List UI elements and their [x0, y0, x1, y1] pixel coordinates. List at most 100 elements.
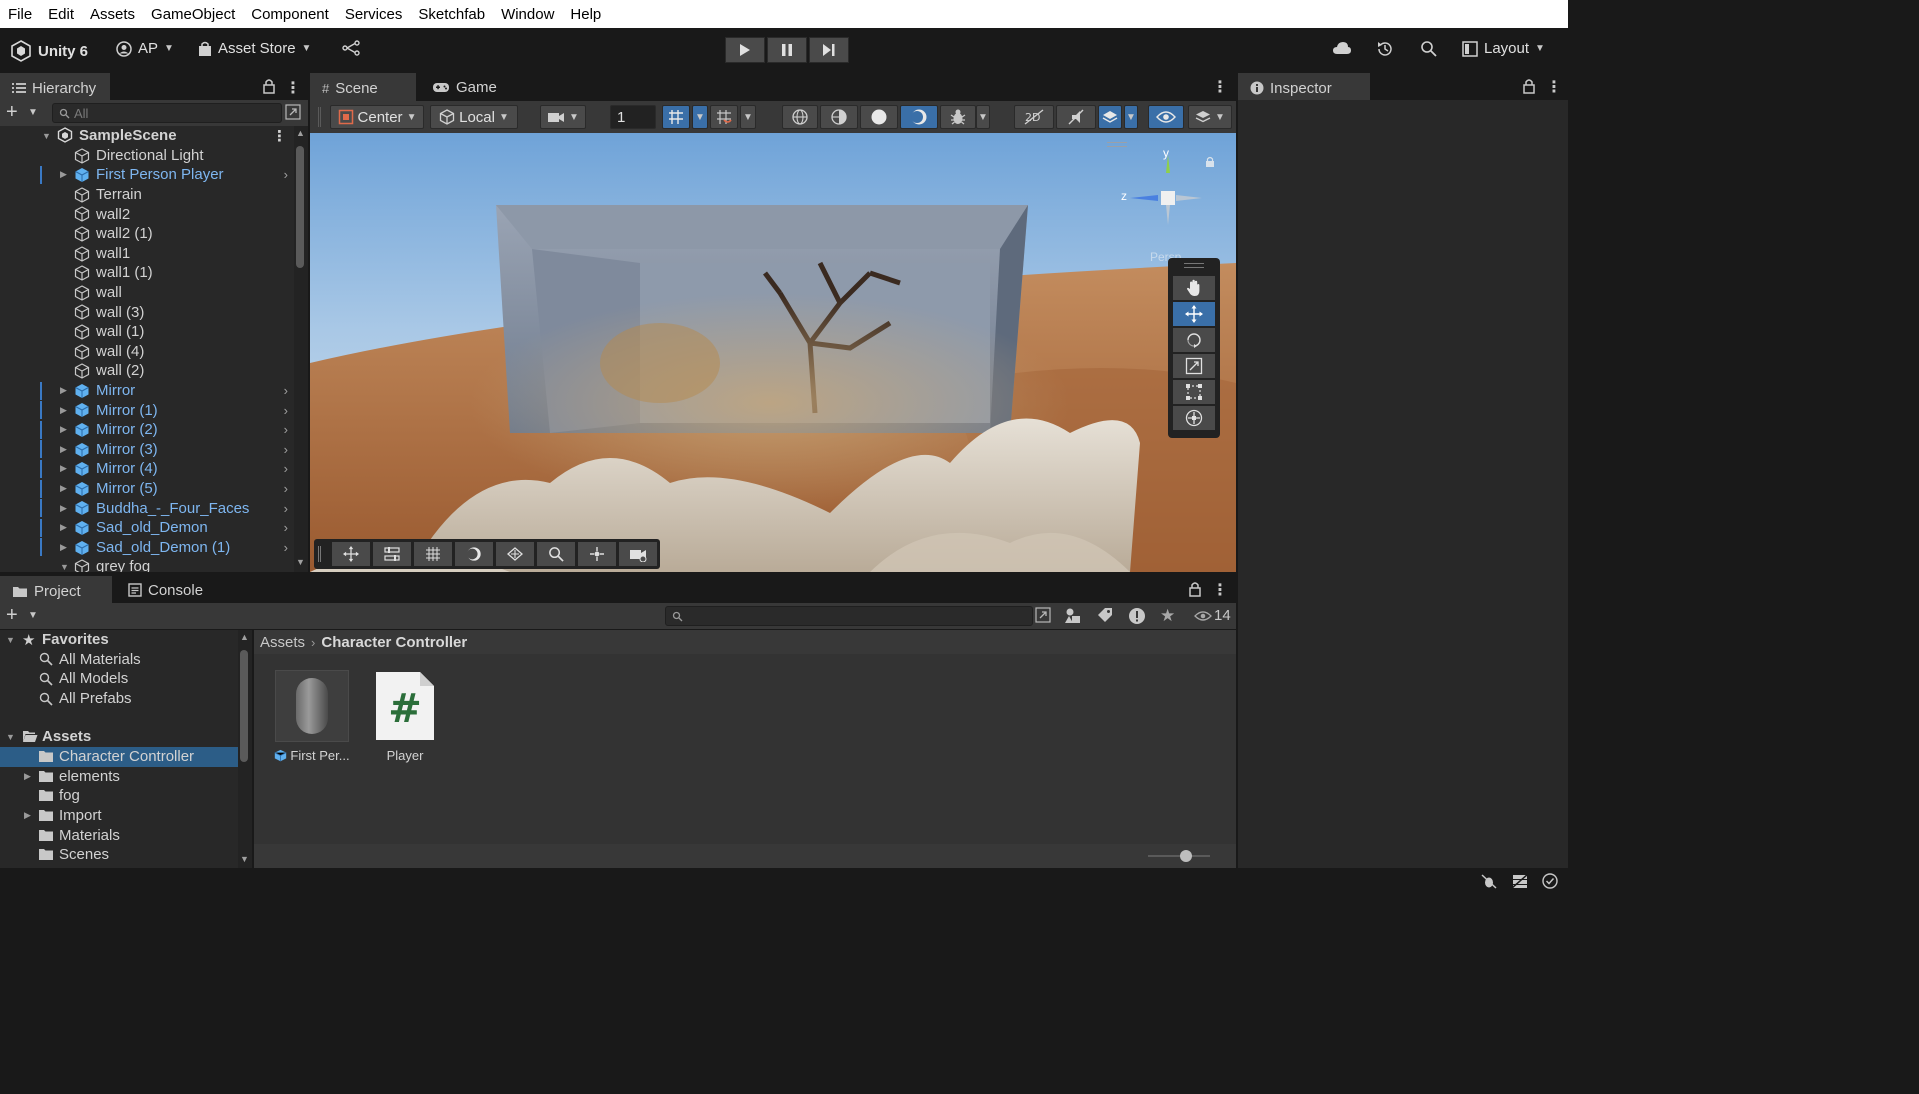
- tab-inspector[interactable]: Inspector: [1238, 73, 1370, 101]
- grid-snap-button[interactable]: [662, 105, 690, 129]
- expand-arrow-icon[interactable]: ▼: [6, 635, 15, 645]
- chevron-down-icon[interactable]: ▼: [28, 610, 38, 621]
- move-tool-button[interactable]: [1173, 302, 1215, 326]
- hierarchy-item[interactable]: ▼ grey fog: [0, 557, 294, 572]
- pivot-overlay-button[interactable]: [578, 542, 616, 566]
- tool-settings-button[interactable]: [373, 542, 411, 566]
- more-options-icon[interactable]: ⋮: [285, 78, 301, 98]
- menu-file[interactable]: File: [0, 6, 40, 23]
- more-options-icon[interactable]: ⋮: [1546, 77, 1562, 97]
- lock-icon[interactable]: [1188, 581, 1202, 600]
- expand-arrow-icon[interactable]: ▶: [60, 424, 67, 435]
- expand-arrow-icon[interactable]: ▶: [60, 385, 67, 396]
- increment-snap-button[interactable]: [710, 105, 738, 129]
- hierarchy-item[interactable]: ▶ Sad_old_Demon ›: [0, 518, 294, 538]
- scroll-down-icon[interactable]: ▼: [296, 557, 305, 567]
- expand-arrow-icon[interactable]: ▶: [60, 503, 67, 514]
- gizmos-dropdown[interactable]: ▼: [1188, 105, 1232, 129]
- lock-icon[interactable]: [1522, 78, 1536, 97]
- expand-arrow-icon[interactable]: ▶: [60, 522, 67, 533]
- lock-icon[interactable]: [262, 78, 276, 97]
- lighting-button[interactable]: [900, 105, 938, 129]
- hierarchy-item[interactable]: wall (3): [0, 302, 294, 322]
- layout-dropdown[interactable]: Layout ▼: [1462, 40, 1545, 57]
- scene-search-icon[interactable]: [285, 104, 301, 123]
- hand-tool-button[interactable]: [1173, 276, 1215, 300]
- more-options-icon[interactable]: ⋮: [1212, 580, 1228, 600]
- shaded-button[interactable]: [860, 105, 898, 129]
- asset-first-person-prefab[interactable]: First Per...: [272, 670, 352, 763]
- debug-mode-icon[interactable]: [1480, 873, 1498, 892]
- unity-logo-button[interactable]: Unity 6: [10, 40, 88, 62]
- hierarchy-item[interactable]: wall (2): [0, 361, 294, 381]
- hierarchy-item[interactable]: ▶ Sad_old_Demon (1) ›: [0, 538, 294, 558]
- favorite-item[interactable]: All Prefabs: [0, 689, 238, 709]
- folder-item[interactable]: Materials: [0, 825, 238, 845]
- hidden-packages-toggle[interactable]: 14: [1194, 607, 1231, 624]
- search-scope-icon[interactable]: [1035, 607, 1051, 626]
- shaded-wireframe-button[interactable]: [820, 105, 858, 129]
- expand-arrow-icon[interactable]: ▶: [60, 405, 67, 416]
- hierarchy-item[interactable]: wall (4): [0, 342, 294, 362]
- folder-item[interactable]: fog: [0, 786, 238, 806]
- tools-drag-handle[interactable]: [1184, 263, 1204, 268]
- project-tree-scroll-thumb[interactable]: [240, 650, 248, 762]
- version-control-button[interactable]: [342, 40, 360, 56]
- hierarchy-item[interactable]: ▶ First Person Player ›: [0, 165, 294, 185]
- chevron-right-icon[interactable]: ›: [284, 442, 288, 457]
- menu-sketchfab[interactable]: Sketchfab: [410, 6, 493, 23]
- folder-item[interactable]: Character Controller: [0, 747, 238, 767]
- space-dropdown[interactable]: Local ▼: [430, 105, 518, 129]
- hierarchy-item[interactable]: ▶ Mirror (5) ›: [0, 479, 294, 499]
- search-button[interactable]: [1420, 40, 1437, 57]
- warning-icon[interactable]: [1128, 607, 1146, 628]
- assets-root-row[interactable]: ▼ Assets: [0, 727, 238, 747]
- hierarchy-item[interactable]: ▶ Mirror (4) ›: [0, 459, 294, 479]
- create-asset-button[interactable]: +: [6, 604, 18, 627]
- favorite-item[interactable]: All Models: [0, 669, 238, 689]
- hierarchy-scroll-thumb[interactable]: [296, 146, 304, 268]
- rect-tool-button[interactable]: [1173, 380, 1215, 404]
- scroll-up-icon[interactable]: ▲: [240, 632, 249, 642]
- account-dropdown[interactable]: AP ▼: [116, 40, 174, 57]
- scene-visibility-button[interactable]: [1148, 105, 1184, 129]
- grid-and-snap-button[interactable]: [414, 542, 452, 566]
- hierarchy-item[interactable]: wall2 (1): [0, 224, 294, 244]
- hierarchy-item[interactable]: ▶ Mirror (1) ›: [0, 400, 294, 420]
- effects-button[interactable]: [1098, 105, 1122, 129]
- hierarchy-item[interactable]: ▶ Buddha_-_Four_Faces ›: [0, 498, 294, 518]
- filter-by-label-icon[interactable]: [1097, 607, 1113, 626]
- camera-overlay-button[interactable]: [619, 542, 657, 566]
- expand-arrow-icon[interactable]: ▼: [60, 562, 69, 572]
- scroll-up-icon[interactable]: ▲: [296, 128, 305, 138]
- effects-dropdown[interactable]: ▼: [1124, 105, 1138, 129]
- cache-server-icon[interactable]: [1511, 873, 1529, 892]
- step-button[interactable]: [809, 37, 849, 63]
- tab-project[interactable]: Project: [0, 576, 112, 604]
- debug-draw-button[interactable]: [940, 105, 976, 129]
- expand-arrow-icon[interactable]: ▶: [60, 169, 67, 180]
- hierarchy-search-input[interactable]: All: [52, 103, 282, 123]
- chevron-right-icon[interactable]: ›: [284, 383, 288, 398]
- expand-arrow-icon[interactable]: ▶: [24, 771, 31, 782]
- breadcrumb-assets[interactable]: Assets: [260, 634, 305, 651]
- chevron-right-icon[interactable]: ›: [284, 520, 288, 535]
- menu-edit[interactable]: Edit: [40, 6, 82, 23]
- menu-services[interactable]: Services: [337, 6, 411, 23]
- expand-arrow-icon[interactable]: ▶: [24, 810, 31, 821]
- debug-draw-dropdown[interactable]: ▼: [976, 105, 990, 129]
- folder-item[interactable]: ▶ elements: [0, 767, 238, 787]
- menu-component[interactable]: Component: [243, 6, 337, 23]
- hierarchy-item[interactable]: wall2: [0, 204, 294, 224]
- menu-gameobject[interactable]: GameObject: [143, 6, 243, 23]
- hierarchy-scrollbar[interactable]: ▲ ▼: [294, 126, 308, 572]
- expand-arrow-icon[interactable]: ▼: [6, 732, 15, 742]
- asset-store-dropdown[interactable]: Asset Store ▼: [198, 40, 311, 57]
- history-button[interactable]: [1376, 40, 1394, 58]
- favorite-item[interactable]: All Materials: [0, 650, 238, 670]
- scale-tool-button[interactable]: [1173, 354, 1215, 378]
- pause-button[interactable]: [767, 37, 807, 63]
- rotate-tool-button[interactable]: [1173, 328, 1215, 352]
- hierarchy-item[interactable]: ▶ Mirror (2) ›: [0, 420, 294, 440]
- asset-player-script[interactable]: # Player: [365, 670, 445, 763]
